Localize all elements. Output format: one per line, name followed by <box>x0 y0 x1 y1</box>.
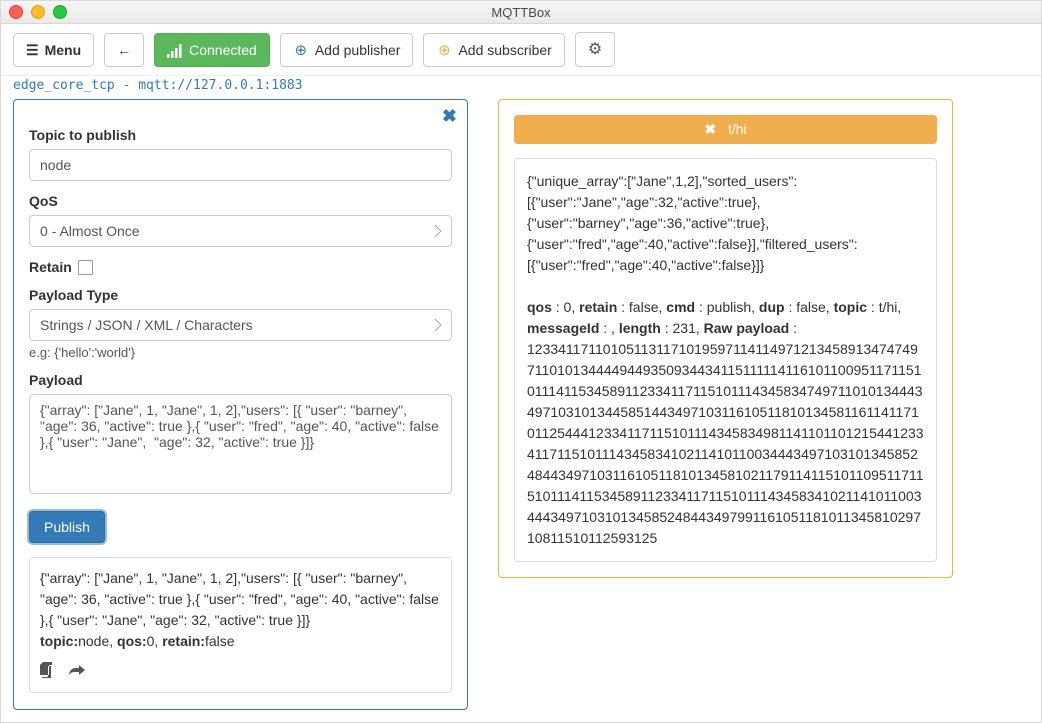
publish-button[interactable]: Publish <box>29 511 105 543</box>
publisher-panel: ✖ Topic to publish QoS 0 - Almost Once R… <box>13 99 468 710</box>
close-icon[interactable]: ✖ <box>704 121 716 137</box>
gear-icon <box>588 39 602 60</box>
window-zoom-icon[interactable] <box>53 5 67 19</box>
menu-label: Menu <box>45 40 82 60</box>
history-body: {"array": ["Jane", 1, "Jane", 1, 2],"use… <box>40 568 441 631</box>
signal-icon <box>167 40 183 60</box>
qos-label: QoS <box>29 193 452 209</box>
publish-history-item: {"array": ["Jane", 1, "Jane", 1, 2],"use… <box>29 557 452 693</box>
close-icon[interactable]: ✖ <box>442 106 457 127</box>
subscription-topic-pill[interactable]: ✖ t/hi <box>514 115 937 144</box>
plus-circle-icon <box>436 42 452 58</box>
connection-label[interactable]: edge_core_tcp - mqtt://127.0.0.1:1883 <box>1 76 1041 95</box>
add-subscriber-button[interactable]: Add subscriber <box>423 33 564 67</box>
retain-checkbox[interactable] <box>78 260 93 275</box>
topic-input[interactable] <box>29 149 452 181</box>
window-titlebar: MQTTBox <box>1 1 1041 24</box>
back-button[interactable] <box>104 33 144 67</box>
add-publisher-label: Add publisher <box>315 40 401 60</box>
message-card: {"unique_array":["Jane",1,2],"sorted_use… <box>514 158 937 562</box>
history-meta: topic:node, qos:0, retain:false <box>40 631 441 652</box>
window-title: MQTTBox <box>1 5 1041 20</box>
menu-icon <box>26 40 39 60</box>
topic-label: Topic to publish <box>29 127 452 143</box>
connection-status-button[interactable]: Connected <box>154 33 270 67</box>
window-minimize-icon[interactable] <box>31 5 45 19</box>
message-meta: qos : 0, retain : false, cmd : publish, … <box>527 297 924 549</box>
add-subscriber-label: Add subscriber <box>458 40 551 60</box>
payload-label: Payload <box>29 372 452 388</box>
payload-textarea[interactable]: {"array": ["Jane", 1, "Jane", 1, 2],"use… <box>29 394 452 494</box>
menu-button[interactable]: Menu <box>13 33 94 67</box>
add-publisher-button[interactable]: Add publisher <box>280 33 414 67</box>
toolbar: Menu Connected Add publisher Add subscri… <box>1 24 1041 76</box>
subscriber-panel: ✖ t/hi {"unique_array":["Jane",1,2],"sor… <box>498 99 953 578</box>
subscription-topic: t/hi <box>728 121 747 137</box>
message-body: {"unique_array":["Jane",1,2],"sorted_use… <box>527 171 924 276</box>
qos-select[interactable]: 0 - Almost Once <box>29 215 452 247</box>
payload-type-label: Payload Type <box>29 287 452 303</box>
plus-circle-icon <box>293 42 309 58</box>
window-close-icon[interactable] <box>9 5 23 19</box>
copy-icon[interactable] <box>40 658 55 682</box>
settings-button[interactable] <box>575 32 615 67</box>
connected-label: Connected <box>189 40 257 60</box>
payload-type-hint: e.g: {'hello':'world'} <box>29 345 452 360</box>
payload-type-select[interactable]: Strings / JSON / XML / Characters <box>29 309 452 341</box>
republish-icon[interactable] <box>69 658 85 682</box>
back-icon <box>117 40 131 60</box>
retain-label: Retain <box>29 259 452 275</box>
